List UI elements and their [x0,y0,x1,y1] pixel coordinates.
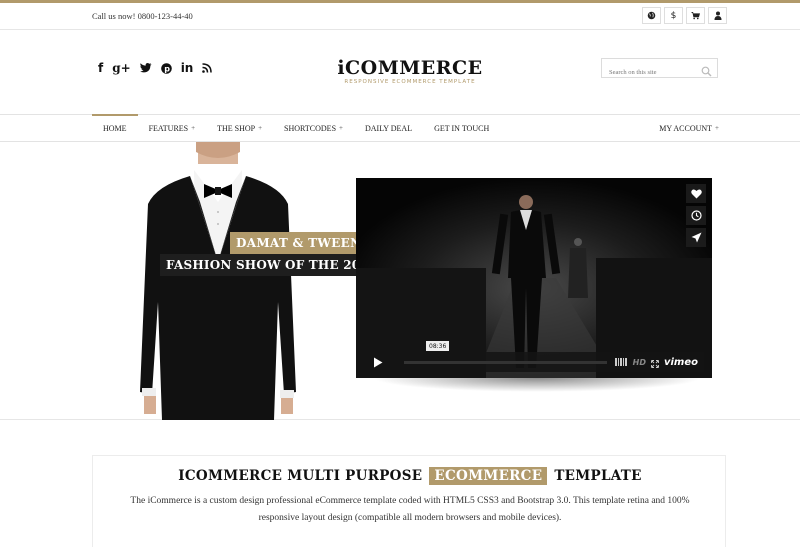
intro-description: The iCommerce is a custom design profess… [130,496,690,523]
send-icon[interactable] [686,228,706,247]
search-box [601,58,718,82]
user-icon[interactable] [708,7,727,24]
plus-icon: + [258,124,263,132]
video-controls: 08:36 HD vimeo [364,341,704,372]
dollar-icon[interactable]: $ [664,7,683,24]
cart-icon[interactable] [686,7,705,24]
hd-toggle[interactable]: HD [633,358,646,367]
nav-item-label: DAILY DEAL [364,123,413,133]
top-bar: Call us now! 0800-123-44-40 $ [0,3,800,30]
slide-caption-subtitle: FASHION SHOW OF THE 2014 [160,254,384,276]
nav-item-label: GET IN TOUCH [434,123,490,133]
fullscreen-icon[interactable] [651,353,659,372]
video-side-buttons [686,184,706,250]
nav-item-my-account[interactable]: MY ACCOUNT + [659,115,719,141]
video-time: 08:36 [426,341,450,351]
progress-track [404,361,608,364]
nav-item-shortcodes[interactable]: SHORTCODES + [273,115,354,141]
rss-icon[interactable] [202,61,213,75]
plus-icon: + [339,124,343,132]
intro-title-end: TEMPLATE [554,468,642,484]
search-input[interactable] [602,63,697,82]
intro-title-start: ICOMMERCE MULTI PURPOSE [178,468,423,484]
logo-subtitle: RESPONSIVE ECOMMERCE TEMPLATE [344,79,476,85]
intro-section: ICOMMERCE MULTI PURPOSE ECOMMERCE TEMPLA… [92,455,726,547]
main-nav: HOME FEATURES + THE SHOP + SHORTCODES + … [0,114,800,142]
logo-title: iCOMMERCE [337,57,483,79]
video-player[interactable]: 08:36 HD vimeo [356,178,712,378]
model-image [140,142,296,420]
google-plus-icon[interactable]: g+ [112,61,130,75]
site-header: f g+ p in iCOMMERCE RESPONSIVE ECOMMERCE… [0,30,800,114]
vimeo-logo[interactable]: vimeo [664,357,698,368]
globe-icon[interactable] [642,7,661,24]
svg-text:p: p [164,64,170,73]
nav-item-features[interactable]: FEATURES + [138,115,207,141]
nav-item-get-in-touch[interactable]: GET IN TOUCH [423,115,500,141]
site-logo[interactable]: iCOMMERCE RESPONSIVE ECOMMERCE TEMPLATE [300,58,520,85]
nav-item-daily-deal[interactable]: DAILY DEAL [354,115,423,141]
volume-icon[interactable] [615,358,628,366]
intro-title: ICOMMERCE MULTI PURPOSE ECOMMERCE TEMPLA… [93,467,727,485]
nav-item-the-shop[interactable]: THE SHOP + [206,115,273,141]
nav-item-label: THE SHOP [217,123,256,133]
nav-item-label: SHORTCODES [284,123,337,133]
plus-icon: + [715,124,719,132]
pinterest-icon[interactable]: p [160,61,172,75]
nav-item-label: HOME [103,123,127,133]
nav-item-label: FEATURES [148,123,189,133]
top-icon-group: $ [639,7,727,24]
video-frame [356,178,712,378]
social-links: f g+ p in [98,61,221,75]
heart-icon[interactable] [686,184,706,203]
twitter-icon[interactable] [139,61,152,75]
linkedin-icon[interactable]: in [181,61,194,75]
plus-icon: + [191,124,196,132]
hero-slider: DAMAT & TWEEN FASHION SHOW OF THE 2014 0… [0,142,800,420]
nav-items: HOME FEATURES + THE SHOP + SHORTCODES + … [92,114,500,141]
video-shadow [372,378,702,392]
intro-title-highlight: ECOMMERCE [429,467,548,485]
clock-icon[interactable] [686,206,706,225]
search-icon[interactable] [701,62,712,81]
video-progress-bar[interactable]: 08:36 [392,341,615,372]
nav-item-home[interactable]: HOME [92,114,138,140]
slide-caption-title: DAMAT & TWEEN [230,232,368,254]
play-icon[interactable] [364,352,392,372]
video-control-right: HD vimeo [615,353,704,372]
facebook-icon[interactable]: f [98,61,103,75]
nav-item-label: MY ACCOUNT [659,123,713,133]
call-us-text: Call us now! 0800-123-44-40 [92,11,193,21]
